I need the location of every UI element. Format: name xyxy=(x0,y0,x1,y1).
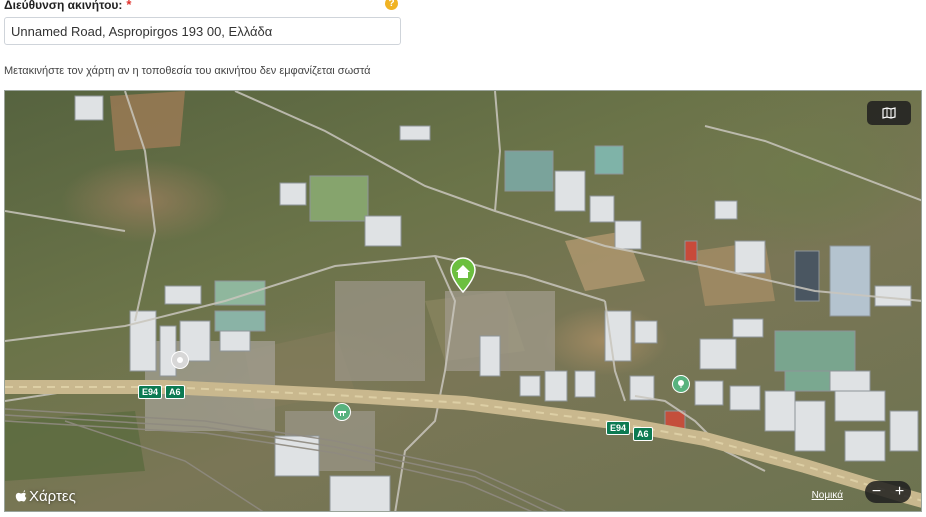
address-label-text: Διεύθυνση ακινήτου: xyxy=(4,0,123,12)
home-pin-icon xyxy=(450,257,476,294)
road-shield-a6: A6 xyxy=(633,427,653,441)
legal-link[interactable]: Νομικά xyxy=(812,490,843,501)
required-marker: * xyxy=(126,0,132,12)
road-shield-e94: E94 xyxy=(138,385,163,399)
map-view[interactable]: E94 A6 E94 A6 Χάρτες Νομικά − + xyxy=(4,90,922,512)
poi-icon xyxy=(177,357,183,363)
apple-logo-icon xyxy=(15,489,27,501)
poi-marker-park[interactable] xyxy=(672,375,690,393)
help-icon[interactable]: ? xyxy=(385,0,398,10)
apple-maps-logo: Χάρτες xyxy=(15,488,76,505)
map-icon xyxy=(882,107,896,119)
satellite-imagery xyxy=(5,91,921,511)
road-shield-a6: A6 xyxy=(165,385,185,399)
tree-icon xyxy=(678,380,684,388)
map-brand-label: Χάρτες xyxy=(29,488,76,505)
map-type-button[interactable] xyxy=(867,101,911,125)
map-help-text: Μετακινήστε τον χάρτη αν η τοποθεσία του… xyxy=(4,65,371,77)
address-input[interactable] xyxy=(4,17,401,45)
address-label: Διεύθυνση ακινήτου: * xyxy=(4,0,132,12)
property-location-pin[interactable] xyxy=(449,257,477,294)
poi-marker[interactable] xyxy=(171,351,189,369)
rest-area-icon xyxy=(338,411,346,416)
poi-marker-rest-area[interactable] xyxy=(333,403,351,421)
road-shield-e94: E94 xyxy=(606,421,631,435)
zoom-out-button[interactable]: − xyxy=(867,481,887,503)
zoom-in-button[interactable]: + xyxy=(890,481,910,503)
zoom-control: − + xyxy=(865,481,911,503)
